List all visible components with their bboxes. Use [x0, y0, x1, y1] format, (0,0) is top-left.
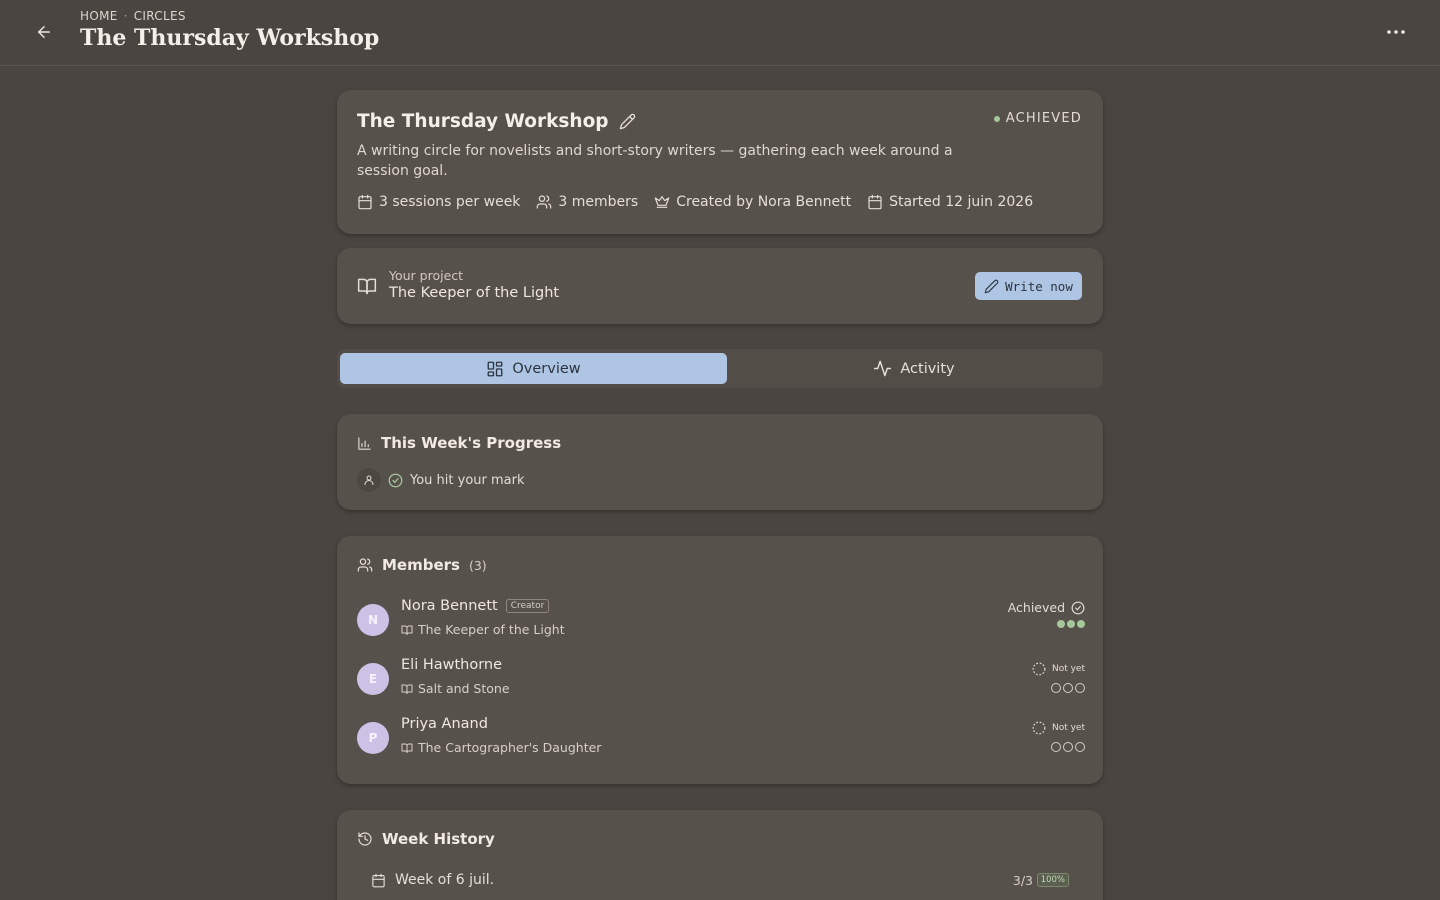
member-book: The Cartographer's Daughter — [418, 740, 602, 755]
status-badge: ACHIEVED — [993, 111, 1082, 126]
user-avatar — [357, 468, 381, 492]
activity-icon — [874, 360, 892, 377]
member-row[interactable]: E Eli Hawthorne Salt and Stone Not yet — [357, 657, 1085, 707]
status-label: ACHIEVED — [1005, 111, 1082, 126]
avatar: P — [357, 722, 389, 754]
circle-name: The Thursday Workshop — [357, 111, 609, 132]
circle-description: A writing circle for novelists and short… — [357, 143, 953, 179]
page-title: The Thursday Workshop — [80, 25, 380, 51]
meta-creator: Created by Nora Bennett — [654, 194, 851, 210]
history-week-label: Week of 6 juil. — [395, 872, 495, 888]
session-dot-empty — [1051, 683, 1061, 693]
meta-members: 3 members — [536, 194, 638, 210]
session-dot-empty — [1063, 742, 1073, 752]
session-dot-filled — [1067, 620, 1075, 628]
calendar-icon — [868, 194, 882, 210]
pencil-icon — [984, 279, 999, 293]
breadcrumb-separator: · — [123, 9, 128, 23]
breadcrumb: HOME · CIRCLES — [80, 9, 186, 23]
meta-sessions: 3 sessions per week — [357, 194, 520, 210]
more-options-button[interactable] — [1382, 20, 1410, 44]
session-dot-empty — [1075, 742, 1085, 752]
session-dot-filled — [1057, 620, 1065, 628]
session-dots — [1057, 620, 1085, 628]
project-label: Your project — [389, 268, 464, 283]
member-name: Nora Bennett — [401, 598, 498, 614]
member-status-label: Not yet — [1051, 723, 1085, 733]
write-now-button[interactable]: Write now — [975, 272, 1082, 300]
dashed-circle-icon — [1032, 721, 1046, 735]
arrow-left-icon — [38, 26, 50, 38]
pencil-icon[interactable] — [619, 113, 636, 130]
members-count: (3) — [468, 557, 487, 573]
member-book: The Keeper of the Light — [418, 622, 565, 637]
members-title: Members — [382, 556, 460, 574]
check-circle-icon — [1071, 601, 1085, 614]
member-status: Achieved — [1008, 600, 1085, 628]
avatar: N — [357, 604, 389, 636]
history-icon — [358, 832, 372, 846]
project-title: The Keeper of the Light — [389, 285, 560, 301]
members-card: Members (3) N Nora Bennett Creator The K… — [337, 536, 1103, 784]
history-week-count: 3/3 — [1012, 872, 1033, 888]
circle-info-card: The Thursday Workshop ACHIEVED A writing… — [337, 90, 1103, 234]
user-icon — [364, 475, 374, 485]
back-button[interactable] — [30, 19, 58, 45]
crown-icon — [654, 196, 670, 208]
calendar-icon — [372, 873, 385, 887]
dashed-circle-icon — [1032, 662, 1046, 676]
member-book: Salt and Stone — [418, 681, 510, 696]
history-row[interactable]: Week of 6 juil. 3/3 100% — [371, 872, 1071, 888]
member-name: Eli Hawthorne — [401, 657, 503, 673]
session-dot-filled — [1077, 620, 1085, 628]
history-title: Week History — [382, 830, 495, 848]
progress-title: This Week's Progress — [381, 434, 562, 452]
member-status-label: Achieved — [1007, 600, 1065, 615]
book-open-icon — [357, 278, 377, 295]
creator-tag: Creator — [505, 599, 550, 613]
book-open-icon — [401, 625, 413, 635]
session-dots — [1051, 683, 1085, 693]
breadcrumb-home[interactable]: HOME — [80, 9, 118, 23]
tab-activity[interactable]: Activity — [727, 353, 1101, 384]
session-dot-empty — [1051, 742, 1061, 752]
project-card: Your project The Keeper of the Light Wri… — [337, 248, 1103, 324]
member-row[interactable]: P Priya Anand The Cartographer's Daughte… — [357, 716, 1085, 766]
avatar: E — [357, 663, 389, 695]
bar-chart-icon — [358, 436, 371, 450]
more-horizontal-icon — [1387, 30, 1405, 34]
member-status-label: Not yet — [1051, 664, 1085, 674]
breadcrumb-circles[interactable]: CIRCLES — [134, 9, 186, 23]
tab-bar: Overview Activity — [337, 349, 1103, 388]
calendar-icon — [358, 194, 372, 210]
book-open-icon — [401, 743, 413, 753]
layout-grid-icon — [487, 361, 503, 376]
meta-started: Started 12 juin 2026 — [867, 194, 1033, 210]
users-icon — [357, 558, 373, 572]
week-history-card: Week History Week of 6 juil. 3/3 100% — [337, 810, 1103, 900]
progress-status: You hit your mark — [410, 472, 525, 488]
top-bar: HOME · CIRCLES The Thursday Workshop — [0, 0, 1440, 66]
weekly-progress-card: This Week's Progress You hit your mark — [337, 414, 1103, 510]
member-name: Priya Anand — [401, 716, 488, 732]
users-icon — [537, 195, 552, 209]
tab-overview[interactable]: Overview — [340, 353, 727, 384]
session-dot-empty — [1075, 683, 1085, 693]
session-dots — [1051, 742, 1085, 752]
member-row[interactable]: N Nora Bennett Creator The Keeper of the… — [357, 598, 1085, 648]
status-dot — [993, 115, 1000, 122]
progress-row: You hit your mark — [357, 468, 525, 492]
circle-meta: 3 sessions per week 3 members Created by… — [357, 194, 1049, 210]
session-dot-empty — [1063, 683, 1073, 693]
book-open-icon — [401, 684, 413, 694]
member-status: Not yet — [1032, 659, 1085, 693]
check-circle-icon — [388, 473, 403, 487]
history-week-percent: 100% — [1036, 873, 1069, 887]
member-status: Not yet — [1032, 718, 1085, 752]
